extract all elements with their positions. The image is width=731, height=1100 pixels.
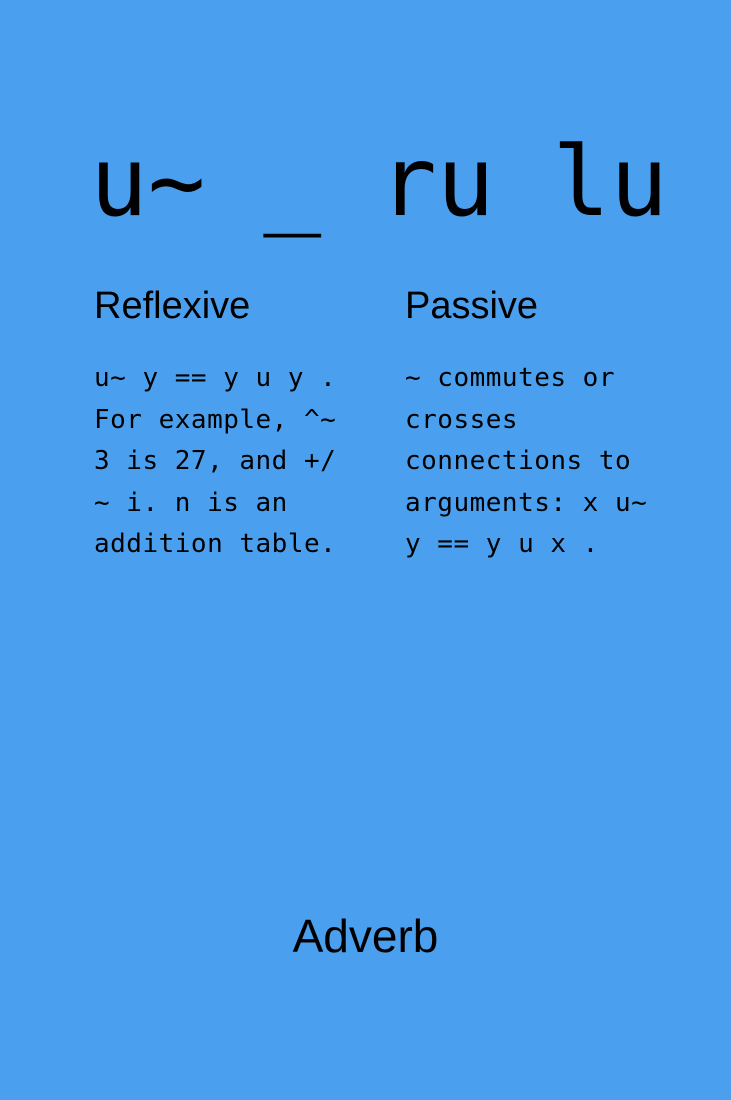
reflexive-description: u~ y == y u y . For example, ^~ 3 is 27,… xyxy=(94,363,337,559)
flashcard: u~ _ ru lu Reflexive u~ y == y u y . For… xyxy=(0,0,731,1100)
reflexive-heading: Reflexive xyxy=(94,285,251,327)
reflexive-section: Reflexive u~ y == y u y . For example, ^… xyxy=(94,284,380,566)
part-of-speech-label: Adverb xyxy=(292,910,439,962)
passive-description: ~ commutes or crosses connections to arg… xyxy=(405,363,648,559)
passive-heading: Passive xyxy=(405,285,539,327)
passive-section: Passive ~ commutes or crosses connection… xyxy=(405,284,705,566)
symbol-title: u~ _ ru lu xyxy=(90,126,668,238)
